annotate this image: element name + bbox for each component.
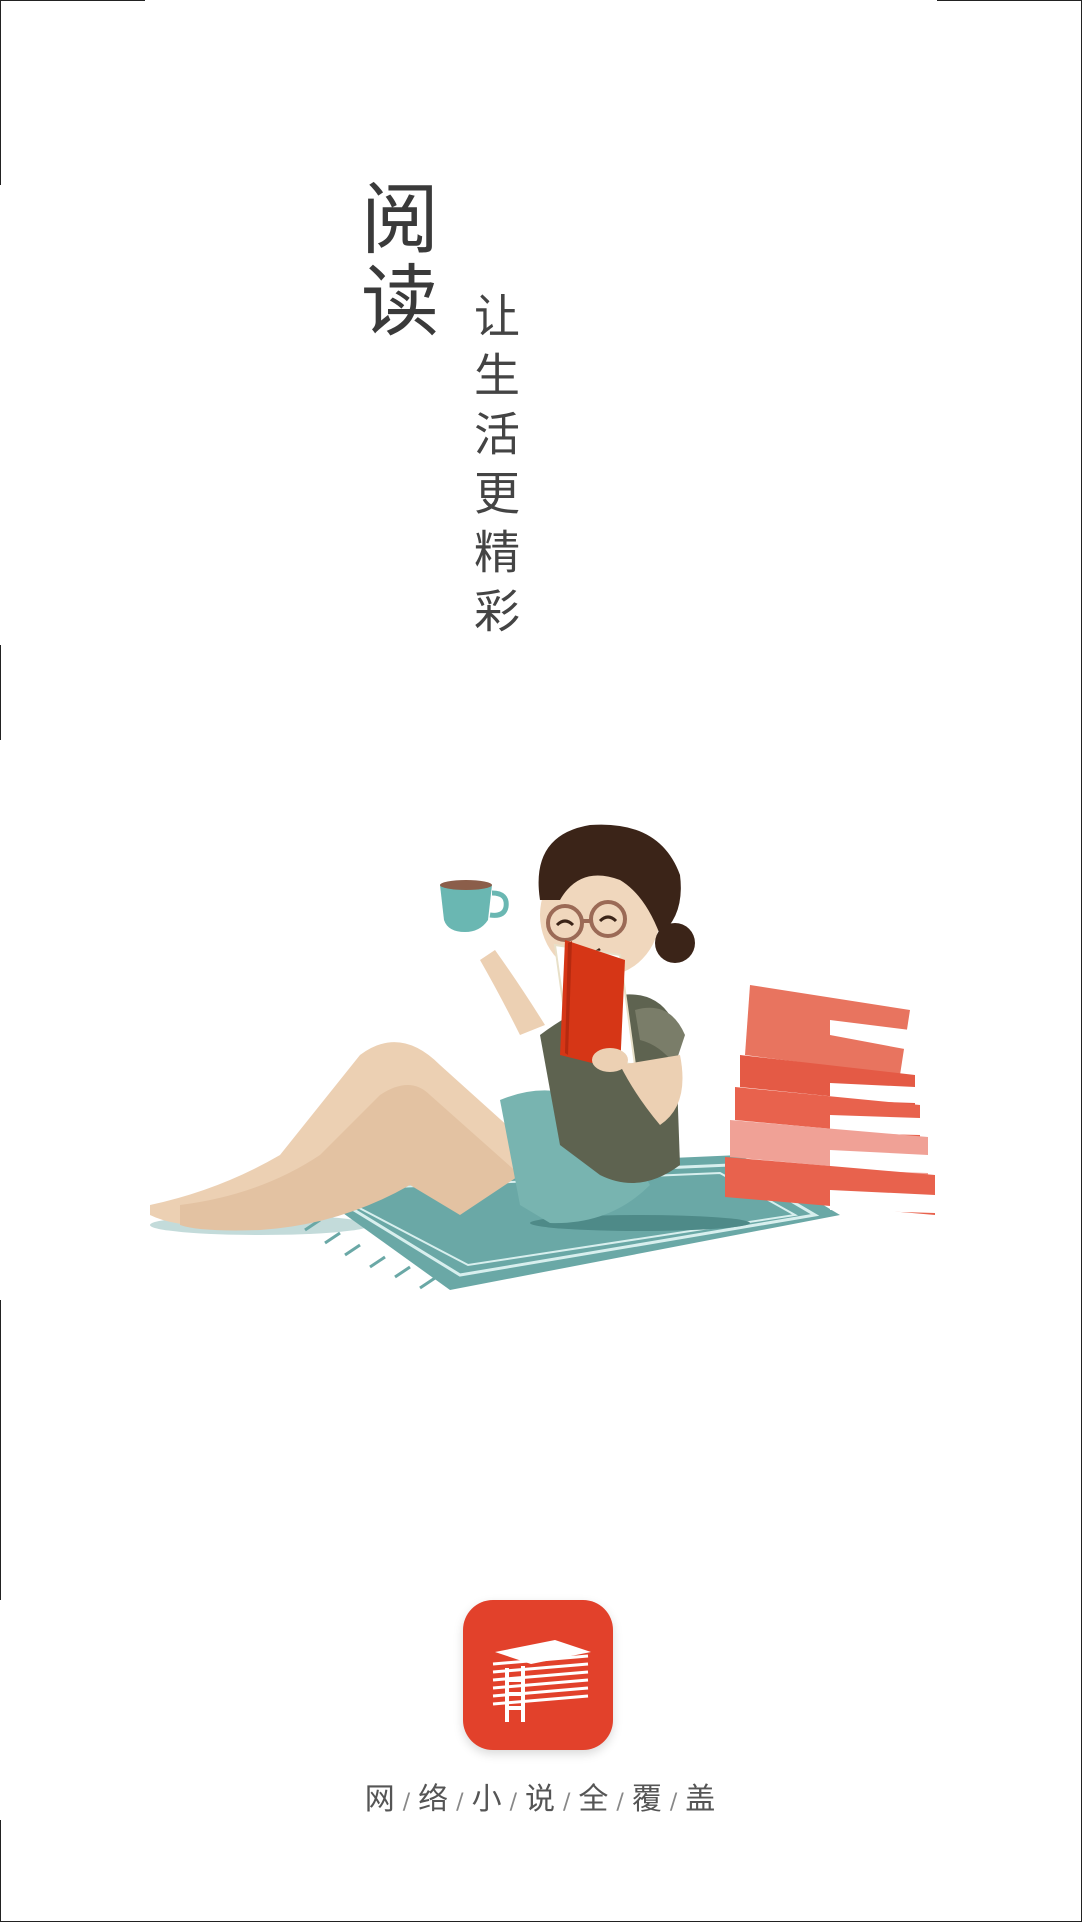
tagline-separator: / [616, 1790, 626, 1815]
tagline-separator: / [563, 1790, 573, 1815]
tagline-word: 全 [578, 1782, 611, 1817]
splash-screen: 阅读 让生活更精彩 网 / 络 / 小 / 说 / 全 / 覆 / 盖 [0, 0, 1082, 1922]
tagline-word: 覆 [631, 1782, 664, 1817]
tagline-word: 网 [364, 1782, 397, 1817]
tagline-word: 说 [525, 1782, 557, 1817]
tagline-separator: / [402, 1790, 413, 1815]
headline: 阅读 [348, 178, 438, 342]
tagline-word: 络 [418, 1782, 451, 1817]
frame-edge [0, 0, 1, 185]
tagline-separator: / [509, 1790, 519, 1815]
frame-edge [937, 0, 1082, 1]
subline: 让生活更精彩 [467, 292, 521, 646]
tagline-separator: / [669, 1790, 680, 1815]
frame-edge [0, 0, 145, 1]
frame-edge [0, 1820, 1, 1922]
woman-reading-book-icon [150, 824, 935, 1290]
book-stack-ladder-icon [463, 1600, 613, 1750]
tagline-word: 小 [471, 1782, 504, 1817]
tagline-separator: / [456, 1790, 466, 1815]
frame-edge [0, 1300, 1, 1600]
tagline-word: 盖 [685, 1782, 718, 1817]
frame-edge [0, 645, 1, 740]
tagline: 网 / 络 / 小 / 说 / 全 / 覆 / 盖 [0, 1774, 1082, 1818]
